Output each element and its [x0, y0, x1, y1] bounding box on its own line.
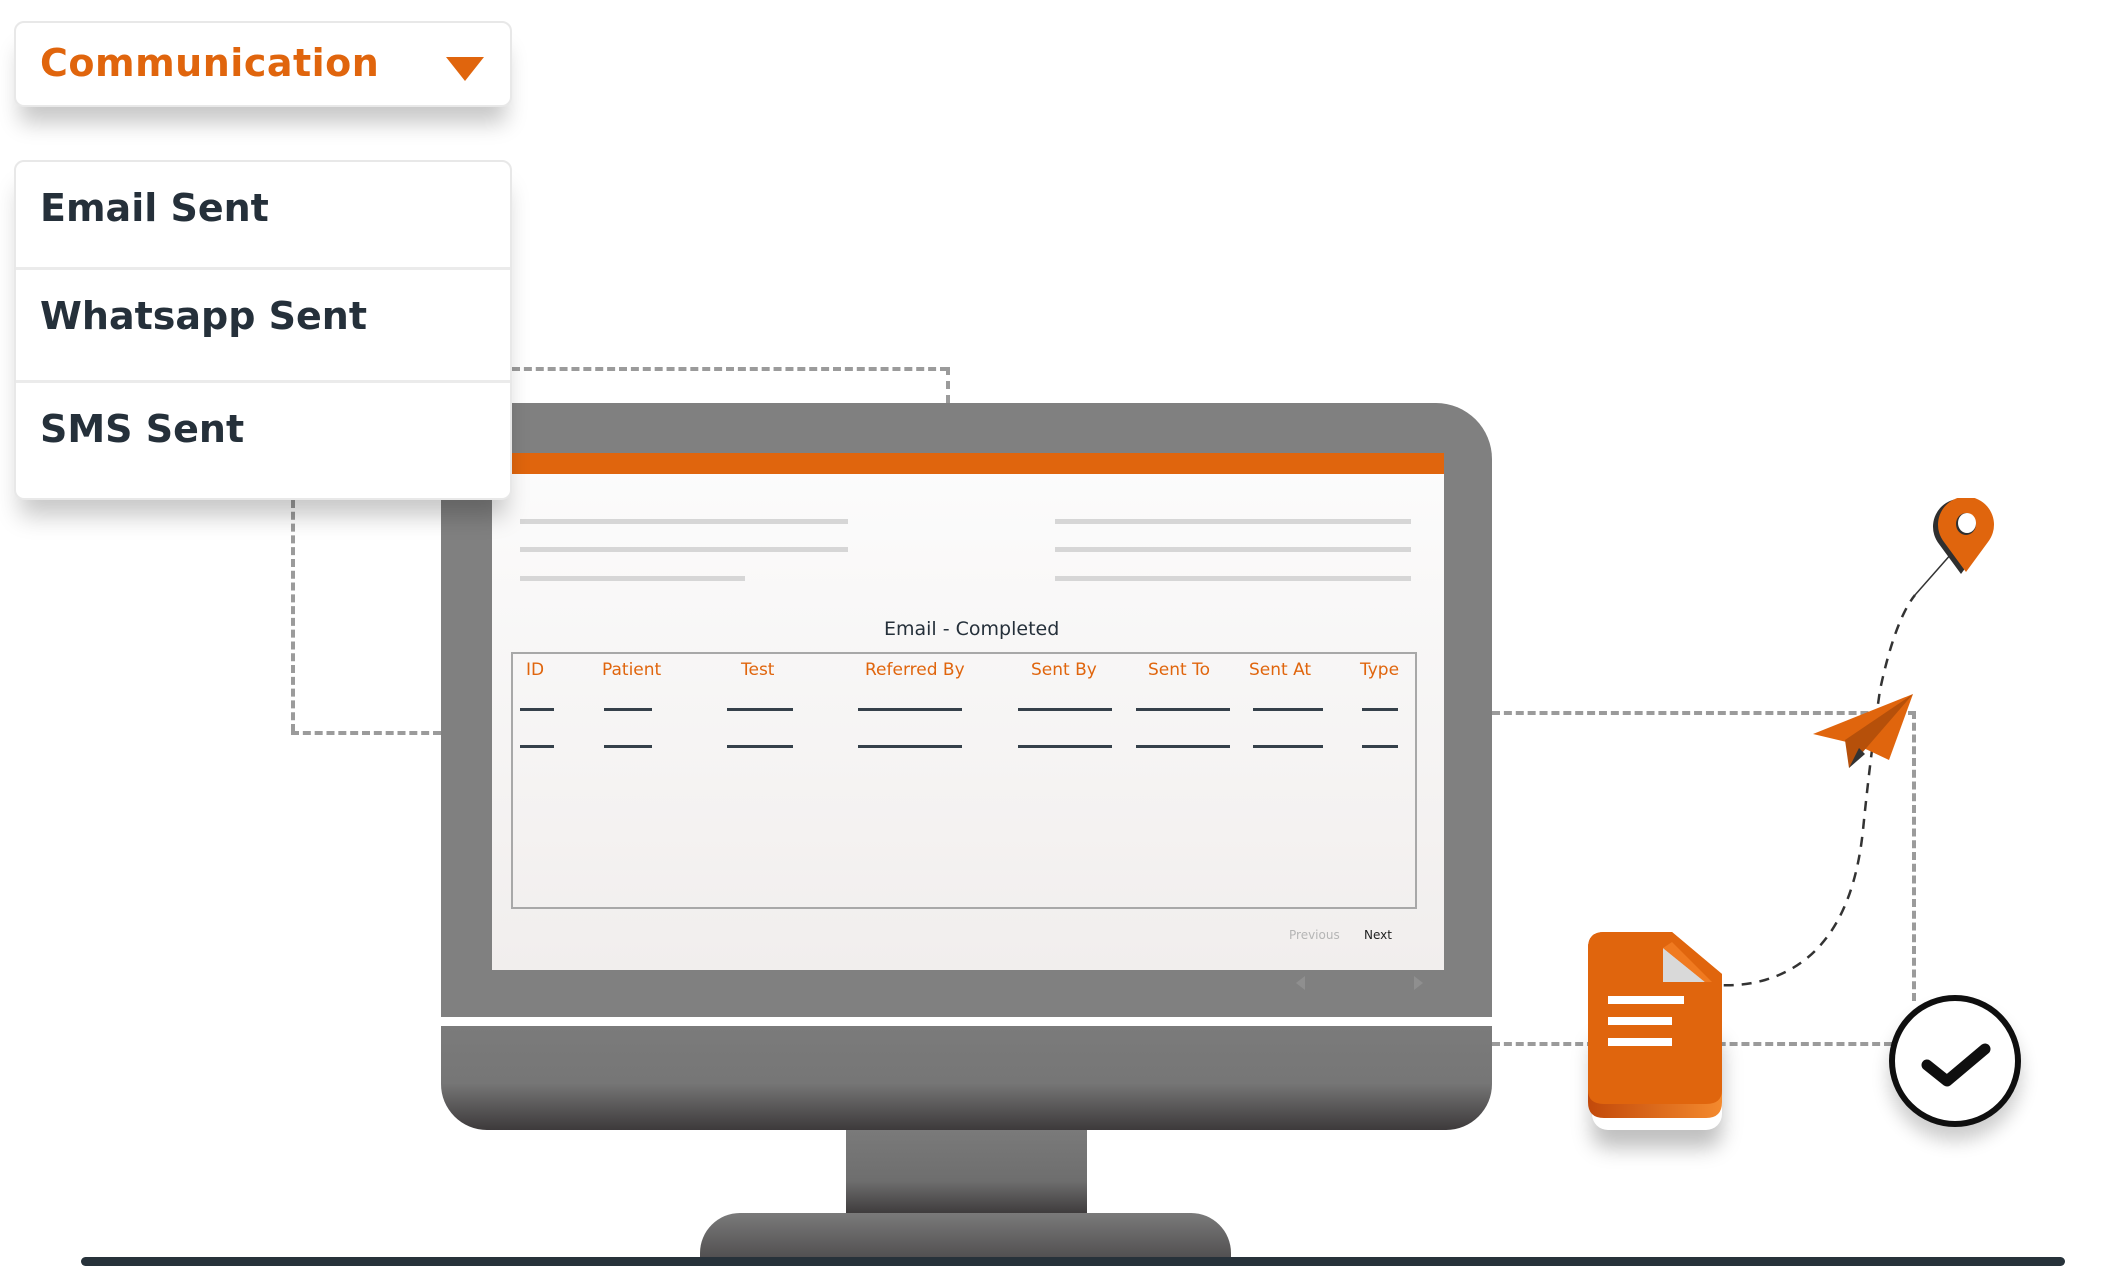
placeholder-line	[1055, 576, 1411, 581]
menu-item-label: Email Sent	[40, 186, 269, 230]
table-cell-placeholder	[1253, 745, 1323, 748]
column-header-sent-at[interactable]: Sent At	[1249, 660, 1311, 680]
column-header-sent-by[interactable]: Sent By	[1031, 660, 1097, 680]
floor-line	[81, 1257, 2065, 1266]
monitor-stand-base	[700, 1213, 1231, 1263]
placeholder-line	[1055, 519, 1411, 524]
table-cell-placeholder	[727, 708, 793, 711]
scroll-right-icon[interactable]	[1414, 976, 1423, 990]
menu-item-sms-sent[interactable]: SMS Sent	[16, 383, 510, 498]
column-header-test[interactable]: Test	[741, 660, 774, 680]
next-page-button[interactable]: Next	[1364, 928, 1392, 942]
connector-left	[291, 500, 295, 732]
table-title: Email - Completed	[884, 618, 1060, 640]
column-header-sent-to[interactable]: Sent To	[1148, 660, 1210, 680]
connector-left-h	[291, 731, 441, 735]
menu-item-whatsapp-sent[interactable]: Whatsapp Sent	[16, 270, 510, 383]
menu-item-label: Whatsapp Sent	[40, 294, 368, 338]
communication-menu: Email Sent Whatsapp Sent SMS Sent	[14, 160, 512, 500]
dropdown-selected-value: Communication	[40, 41, 380, 85]
table-cell-placeholder	[520, 708, 554, 711]
data-table	[511, 652, 1417, 909]
table-cell-placeholder	[1018, 745, 1112, 748]
checkmark-icon	[1921, 1043, 1991, 1087]
previous-page-button[interactable]: Previous	[1289, 928, 1340, 942]
monitor-separator	[441, 1017, 1492, 1026]
table-cell-placeholder	[604, 708, 652, 711]
table-cell-placeholder	[858, 745, 962, 748]
scroll-left-icon[interactable]	[1296, 976, 1305, 990]
table-cell-placeholder	[604, 745, 652, 748]
table-cell-placeholder	[727, 745, 793, 748]
column-header-id[interactable]: ID	[526, 660, 544, 680]
monitor-stand-neck	[846, 1130, 1087, 1215]
paper-plane-icon	[1813, 694, 1913, 768]
check-circle-icon	[1889, 995, 2021, 1127]
monitor-chin	[441, 1026, 1492, 1130]
menu-item-email-sent[interactable]: Email Sent	[16, 162, 510, 270]
table-cell-placeholder	[1018, 708, 1112, 711]
connector-top-drop	[946, 367, 950, 403]
app-header-bar	[492, 453, 1444, 474]
placeholder-line	[1055, 547, 1411, 552]
placeholder-line	[520, 547, 848, 552]
column-header-type[interactable]: Type	[1360, 660, 1399, 680]
caret-down-icon[interactable]	[446, 57, 484, 81]
table-cell-placeholder	[1253, 708, 1323, 711]
location-pin-icon	[1933, 498, 1994, 574]
connector-top	[512, 367, 948, 371]
menu-item-label: SMS Sent	[40, 407, 245, 451]
table-cell-placeholder	[858, 708, 962, 711]
table-cell-placeholder	[1362, 708, 1398, 711]
placeholder-line	[520, 519, 848, 524]
document-icon	[1588, 932, 1722, 1118]
column-header-referred-by[interactable]: Referred By	[865, 660, 965, 680]
table-cell-placeholder	[1362, 745, 1398, 748]
table-cell-placeholder	[1136, 745, 1230, 748]
table-cell-placeholder	[1136, 708, 1230, 711]
communication-dropdown[interactable]: Communication	[14, 21, 512, 107]
table-cell-placeholder	[520, 745, 554, 748]
placeholder-line	[520, 576, 745, 581]
column-header-patient[interactable]: Patient	[602, 660, 661, 680]
